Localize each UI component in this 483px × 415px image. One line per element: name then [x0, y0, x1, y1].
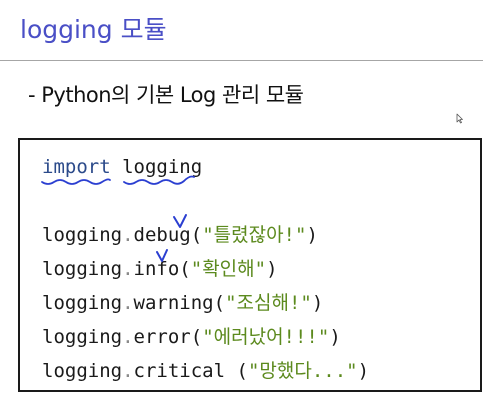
- subtitle: - Python의 기본 Log 관리 모듈: [28, 83, 304, 107]
- code-string: "틀렸잖아!": [202, 224, 307, 246]
- mouse-pointer-icon: [456, 113, 463, 124]
- code-open-paren: (: [225, 360, 248, 382]
- code-close-paren: ): [306, 224, 318, 246]
- code-dot: .: [122, 326, 134, 348]
- code-close-paren: ): [329, 326, 341, 348]
- code-open-paren: (: [213, 292, 226, 314]
- import-module: logging: [122, 156, 203, 178]
- code-dot: .: [122, 258, 134, 280]
- code-string: "확인해": [190, 258, 267, 280]
- code-line-critical: logging.critical ("망했다..."): [42, 358, 369, 384]
- code-line-warning: logging.warning("조심해!"): [42, 290, 323, 316]
- code-line-error: logging.error("에러났어!!!"): [42, 324, 341, 350]
- code-object: logging: [42, 258, 123, 280]
- code-close-paren: ): [311, 292, 324, 314]
- code-method: error: [133, 326, 191, 348]
- code-object: logging: [42, 326, 123, 348]
- slide-title: logging 모듈: [20, 15, 167, 44]
- code-close-paren: ): [266, 258, 278, 280]
- code-block: import logging logging.debug("틀렸잖아!") lo…: [18, 138, 482, 392]
- code-close-paren: ): [357, 360, 370, 382]
- code-method: debug: [133, 224, 191, 246]
- code-method: critical: [133, 360, 226, 382]
- import-keyword: import: [42, 156, 111, 178]
- code-method: warning: [133, 292, 214, 314]
- code-dot: .: [122, 292, 134, 314]
- code-object: logging: [42, 224, 123, 246]
- code-open-paren: (: [190, 326, 203, 348]
- code-object: logging: [42, 360, 123, 382]
- title-divider: [0, 60, 483, 61]
- code-open-paren: (: [190, 224, 203, 246]
- code-method: info: [133, 258, 180, 280]
- code-string: "망했다...": [247, 360, 358, 382]
- code-dot: .: [122, 224, 134, 246]
- code-line-import: import logging: [42, 154, 202, 180]
- code-line-debug: logging.debug("틀렸잖아!"): [42, 222, 318, 248]
- code-dot: .: [122, 360, 134, 382]
- code-string: "에러났어!!!": [202, 326, 330, 348]
- code-object: logging: [42, 292, 123, 314]
- code-line-info: logging.info("확인해"): [42, 256, 278, 282]
- code-string: "조심해!": [225, 292, 312, 314]
- code-open-paren: (: [179, 258, 191, 280]
- squiggle-underline-import: [41, 178, 111, 185]
